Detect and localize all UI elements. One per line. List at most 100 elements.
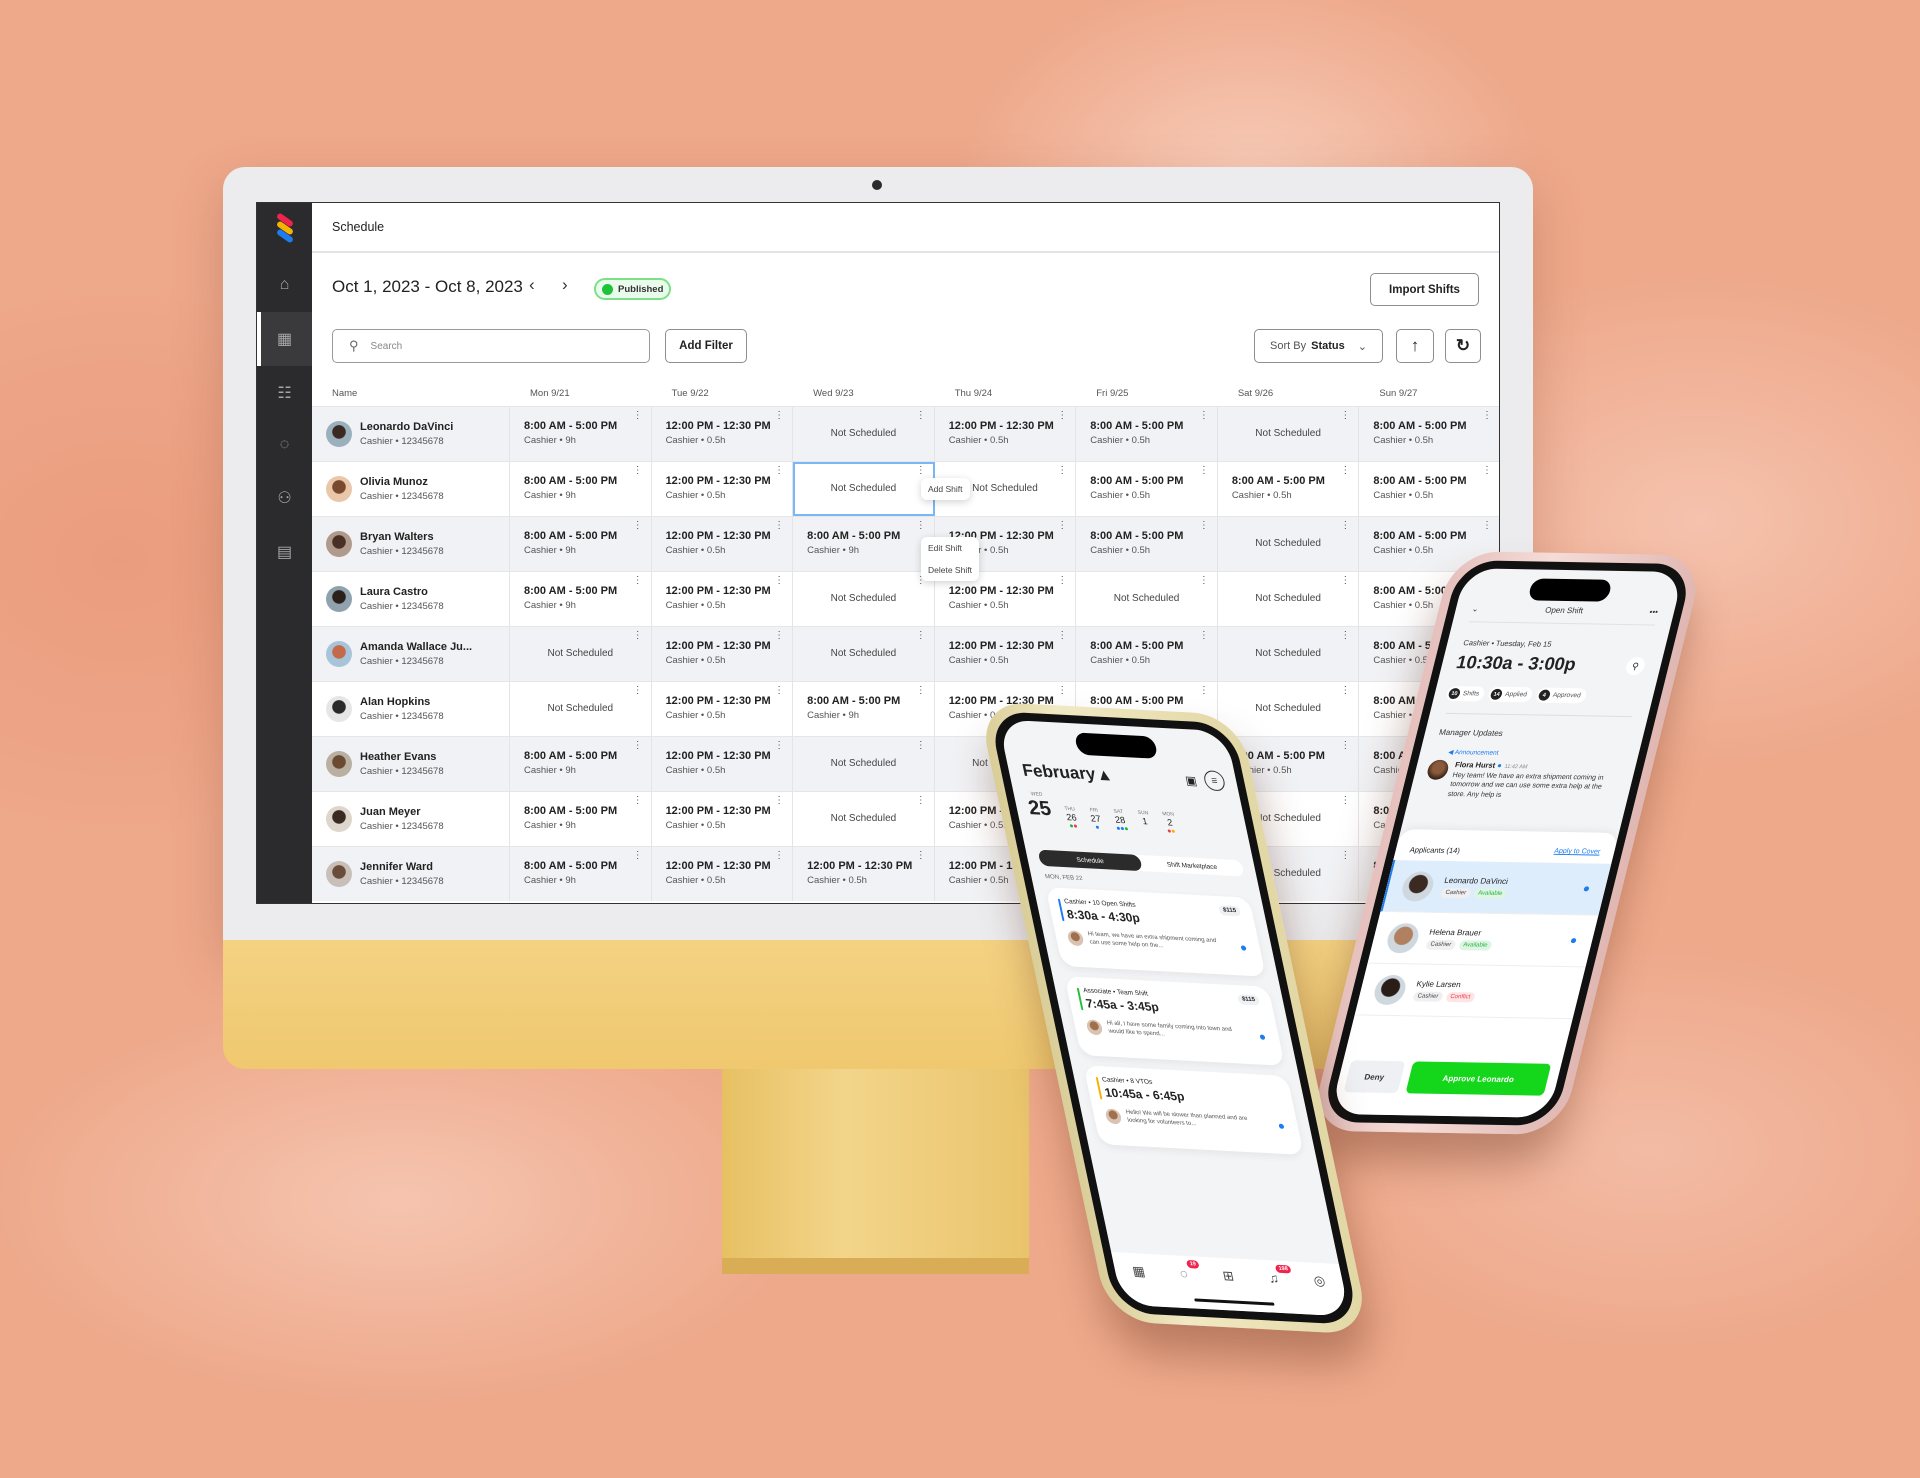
kebab-menu-icon[interactable]: ⋮ [1057,685,1067,696]
users-icon[interactable]: ⚇ [257,478,312,518]
employee-cell[interactable]: Laura Castro Cashier • 12345678 [312,572,510,626]
shift-cell[interactable]: 8:00 AM - 5:00 PM Cashier • 9h ⋮ [793,517,935,571]
shift-cell[interactable]: 12:00 PM - 12:30 PM Cashier • 0.5h ⋮ [652,572,794,626]
kebab-menu-icon[interactable]: ⋮ [633,465,643,476]
kebab-menu-icon[interactable]: ⋮ [916,740,926,751]
sort-direction-button[interactable]: ↑ [1396,329,1434,363]
kebab-menu-icon[interactable]: ⋮ [1482,465,1492,476]
kebab-menu-icon[interactable]: ⋮ [1199,685,1209,696]
kebab-menu-icon[interactable]: ⋮ [1340,575,1350,586]
shift-cell[interactable]: 12:00 PM - 12:30 PM Cashier • 0.5h ⋮ [652,407,794,461]
kebab-menu-icon[interactable]: ⋮ [916,465,926,476]
shift-cell[interactable]: Not Scheduled ⋮ [1218,407,1360,461]
kebab-menu-icon[interactable]: ⋮ [916,795,926,806]
clipboard-icon[interactable]: ☷ [257,373,312,413]
shift-cell[interactable]: 12:00 PM - 12:30 PM Cashier • 0.5h ⋮ [652,792,794,846]
kebab-menu-icon[interactable]: ⋮ [1199,465,1209,476]
shift-cell[interactable]: 12:00 PM - 12:30 PM Cashier • 0.5h ⋮ [793,847,935,901]
delete-shift-item[interactable]: Delete Shift [921,559,979,581]
employee-cell[interactable]: Juan Meyer Cashier • 12345678 [312,792,510,846]
chat-icon[interactable]: ◌ [257,425,312,465]
bell-icon[interactable]: ♫ 198 [1267,1264,1292,1286]
shift-cell[interactable]: 8:00 AM - 5:00 PM Cashier • 0.5h ⋮ [1076,462,1218,516]
shift-cell[interactable]: 8:00 AM - 5:00 PM Cashier • 9h ⋮ [510,847,652,901]
tab-shift-marketplace[interactable]: Shift Marketplace [1139,855,1244,877]
approve-button[interactable]: Approve Leonardo [1405,1061,1552,1096]
shift-card[interactable]: Cashier • 8 VTOs 10:45a - 6:45p Hello! We … [1083,1065,1304,1155]
shift-cell[interactable]: 12:00 PM - 12:30 PM Cashier • 0.5h ⋮ [652,737,794,791]
shift-cell[interactable]: 8:00 AM - 5:00 PM Cashier • 0.5h ⋮ [1076,517,1218,571]
kebab-menu-icon[interactable]: ⋮ [1057,520,1067,531]
edit-shift-item[interactable]: Edit Shift [921,537,979,559]
shift-cell[interactable]: 8:00 AM - 5:00 PM Cashier • 9h ⋮ [510,737,652,791]
employee-cell[interactable]: Olivia Munoz Cashier • 12345678 [312,462,510,516]
month-selector[interactable]: February ▴ [1021,761,1111,786]
shift-cell[interactable]: 8:00 AM - 5:00 PM Cashier • 0.5h ⋮ [1076,407,1218,461]
kebab-menu-icon[interactable]: ⋮ [1340,520,1350,531]
refresh-button[interactable]: ↻ [1445,329,1481,363]
employee-cell[interactable]: Heather Evans Cashier • 12345678 [312,737,510,791]
employee-cell[interactable]: Bryan Walters Cashier • 12345678 [312,517,510,571]
kebab-menu-icon[interactable]: ⋮ [1340,465,1350,476]
shift-cell[interactable]: 8:00 AM - 5:00 PM Cashier • 9h ⋮ [510,407,652,461]
shift-cell[interactable]: Not Scheduled ⋮ [1218,517,1360,571]
profile-icon[interactable]: ◎ [1312,1273,1327,1290]
day-item[interactable]: THU 26 [1064,806,1079,830]
applicant-row[interactable]: Kylie Larsen Cashier Conflict [1354,963,1586,1020]
kebab-menu-icon[interactable]: ⋮ [774,630,784,641]
shift-cell[interactable]: 8:00 AM - 5:00 PM Cashier • 0.5h ⋮ [1359,407,1499,461]
shift-cell[interactable]: Not Scheduled ⋮ [510,627,652,681]
shift-card[interactable]: Associate • Team Shift 7:45a - 3:45p $115 H… [1064,976,1285,1066]
home-icon[interactable]: ⌂ [257,265,312,305]
employee-cell[interactable]: Amanda Wallace Ju... Cashier • 12345678 [312,627,510,681]
sort-dropdown[interactable]: Sort By Status ⌄ [1254,329,1383,363]
more-icon[interactable]: ••• [1648,607,1659,616]
kebab-menu-icon[interactable]: ⋮ [1482,520,1492,531]
kebab-menu-icon[interactable]: ⋮ [774,740,784,751]
shift-cell[interactable]: 12:00 PM - 12:30 PM Cashier • 0.5h ⋮ [652,627,794,681]
location-pin-icon[interactable]: ⚲ [1624,657,1647,676]
tab-schedule[interactable]: Schedule [1037,849,1143,872]
applicant-row[interactable]: Leonardo DaVinci Cashier Available [1380,860,1612,916]
day-item[interactable]: SAT 28 [1112,808,1128,832]
shift-cell[interactable]: 8:00 AM - 5:00 PM Cashier • 9h ⋮ [510,572,652,626]
kebab-menu-icon[interactable]: ⋮ [774,575,784,586]
kebab-menu-icon[interactable]: ⋮ [916,630,926,641]
applicant-row[interactable]: Helena Brauer Cashier Available [1367,911,1599,968]
day-item[interactable]: FRI 27 [1088,807,1103,831]
shift-cell[interactable]: Not Scheduled ⋮ [793,737,935,791]
shift-cell[interactable]: 8:00 AM - 5:00 PM Cashier • 0.5h ⋮ [1076,627,1218,681]
shift-cell[interactable]: Not Scheduled ⋮ [1076,572,1218,626]
kebab-menu-icon[interactable]: ⋮ [1199,575,1209,586]
shift-cell[interactable]: Not Scheduled ⋮ [793,627,935,681]
shift-cell[interactable]: 8:00 AM - 5:00 PM Cashier • 9h ⋮ [510,517,652,571]
add-icon[interactable]: ⊞ [1221,1268,1235,1285]
import-shifts-button[interactable]: Import Shifts [1370,273,1479,306]
kebab-menu-icon[interactable]: ⋮ [1199,410,1209,421]
kebab-menu-icon[interactable]: ⋮ [1340,795,1350,806]
kebab-menu-icon[interactable]: ⋮ [633,630,643,641]
search-input[interactable]: ⚲ Search [332,329,650,363]
shift-cell[interactable]: 12:00 PM - 12:30 PM Cashier • 0.5h ⋮ [935,407,1077,461]
shift-cell[interactable]: Not Scheduled ⋮ [1218,572,1360,626]
kebab-menu-icon[interactable]: ⋮ [633,795,643,806]
prev-week-button[interactable]: ‹ [529,275,535,295]
calendar-icon[interactable]: ▦ [1131,1263,1147,1280]
kebab-menu-icon[interactable]: ⋮ [774,795,784,806]
kebab-menu-icon[interactable]: ⋮ [1340,685,1350,696]
calendar-icon[interactable]: ▦ [257,312,312,366]
kebab-menu-icon[interactable]: ⋮ [1340,410,1350,421]
deny-button[interactable]: Deny [1343,1060,1406,1094]
kebab-menu-icon[interactable]: ⋮ [1057,410,1067,421]
shift-cell[interactable]: 8:00 AM - 5:00 PM Cashier • 9h ⋮ [510,462,652,516]
kebab-menu-icon[interactable]: ⋮ [916,410,926,421]
kebab-menu-icon[interactable]: ⋮ [633,410,643,421]
add-shift-item[interactable]: Add Shift [921,478,970,500]
kebab-menu-icon[interactable]: ⋮ [1340,850,1350,861]
shift-cell[interactable]: Not Scheduled ⋮ [793,792,935,846]
kebab-menu-icon[interactable]: ⋮ [633,575,643,586]
shift-cell[interactable]: Not Scheduled ⋮ [1218,682,1360,736]
shift-cell[interactable]: Not Scheduled ⋮ [510,682,652,736]
kebab-menu-icon[interactable]: ⋮ [633,520,643,531]
shift-card[interactable]: Cashier • 10 Open Shifts 8:30a - 4:30p $11… [1045,887,1266,977]
